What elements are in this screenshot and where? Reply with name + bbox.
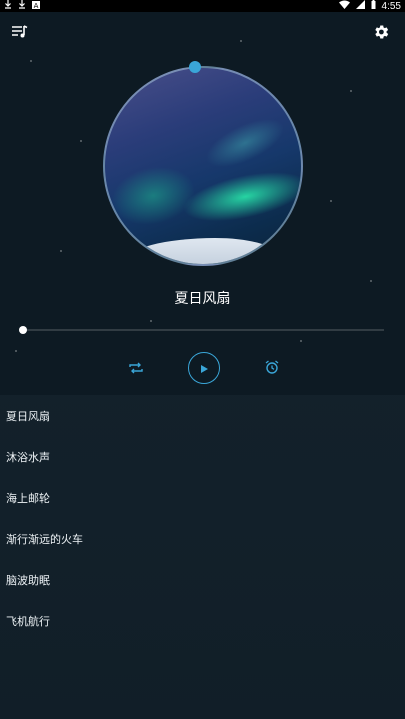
song-title: 夏日风扇 [174,291,231,307]
battery-icon [371,0,376,12]
list-item-label: 飞机航行 [6,614,50,628]
disc-progress-handle[interactable] [189,61,201,73]
status-bar: A 4:55 [0,0,405,12]
gear-icon [372,23,390,45]
list-item[interactable]: 沐浴水声 [0,436,405,477]
list-item-label: 渐行渐远的火车 [6,532,83,546]
list-item-label: 沐浴水声 [6,450,50,464]
playlist-icon [11,24,29,44]
download-icon [18,0,26,12]
wifi-icon [338,0,350,12]
list-item[interactable]: 海上邮轮 [0,477,405,518]
list-item-label: 脑波助眠 [6,573,50,587]
list-item[interactable]: 夏日风扇 [0,395,405,436]
list-item[interactable]: 渐行渐远的火车 [0,518,405,559]
notification-icon: A [32,0,40,12]
play-button[interactable] [188,352,220,384]
list-item[interactable]: 飞机航行 [0,600,405,641]
list-item-label: 海上邮轮 [6,491,50,505]
signal-icon [355,0,365,12]
settings-button[interactable] [371,24,391,44]
playlist-list: 夏日风扇 沐浴水声 海上邮轮 渐行渐远的火车 脑波助眠 飞机航行 [0,395,405,719]
list-item[interactable]: 脑波助眠 [0,559,405,600]
list-item-label: 夏日风扇 [6,409,50,423]
alarm-button[interactable] [262,359,282,379]
repeat-icon [128,360,144,379]
repeat-button[interactable] [126,359,146,379]
svg-text:A: A [34,2,39,9]
download-icon [4,0,12,12]
play-icon [199,359,209,378]
player-controls [0,352,405,386]
alarm-icon [264,359,280,379]
progress-handle[interactable] [19,326,27,334]
playlist-button[interactable] [10,24,30,44]
status-time: 4:55 [381,0,401,12]
album-artwork [103,66,303,266]
progress-track[interactable] [22,329,384,331]
